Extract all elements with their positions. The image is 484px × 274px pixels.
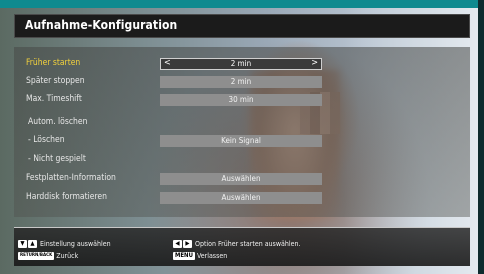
menu-row-not-played[interactable]: - Nicht gespielt <box>14 154 470 168</box>
help-menu-text: Verlassen <box>196 252 228 260</box>
help-navigate-text: Einstellung auswählen <box>40 240 111 248</box>
help-option-text: Option Früher starten auswählen. <box>195 240 301 248</box>
right-arrow-icon: ▶ <box>183 240 192 248</box>
value-text: 2 min <box>230 59 252 68</box>
menu-row-early-start[interactable]: Früher starten < 2 min > <box>14 58 470 72</box>
menu-row-delete[interactable]: - Löschen Kein Signal <box>14 135 470 149</box>
help-menu: MENU Verlassen <box>173 252 227 260</box>
menu-row-max-timeshift[interactable]: Max. Timeshift 30 min <box>14 94 470 108</box>
menu-row-hdd-info[interactable]: Festplatten-Information Auswählen <box>14 173 470 187</box>
menu-label: Später stoppen <box>26 76 85 86</box>
help-back-text: Zurück <box>56 252 79 260</box>
help-navigate: ▼ ▲ Einstellung auswählen <box>18 240 111 248</box>
help-option: ◀ ▶ Option Früher starten auswählen. <box>173 240 300 248</box>
select-button[interactable]: Auswählen <box>160 173 322 185</box>
help-back: RETURN/BACK Zurück <box>18 252 78 260</box>
section-label: Autom. löschen <box>28 117 88 127</box>
top-border <box>0 0 484 8</box>
menu-key: MENU <box>173 252 195 260</box>
arrow-left-icon[interactable]: < <box>164 58 171 68</box>
menu-row-hdd-format[interactable]: Harddisk formatieren Auswählen <box>14 192 470 206</box>
value-selector[interactable]: < 2 min > <box>160 58 322 70</box>
value-field[interactable]: 30 min <box>160 94 322 106</box>
help-bar: ▼ ▲ Einstellung auswählen RETURN/BACK Zur… <box>14 227 470 266</box>
right-border <box>478 0 484 274</box>
up-arrow-icon: ▲ <box>28 240 37 248</box>
back-key: RETURN/BACK <box>18 252 55 260</box>
left-arrow-icon: ◀ <box>173 240 182 248</box>
arrow-right-icon[interactable]: > <box>311 58 318 68</box>
settings-panel: Früher starten < 2 min > Später stoppen … <box>14 47 470 217</box>
page-title: Aufnahme-Konfiguration <box>25 18 178 32</box>
menu-label: Harddisk formatieren <box>26 192 107 202</box>
value-field[interactable]: 2 min <box>160 76 322 88</box>
menu-label: - Löschen <box>28 135 65 145</box>
menu-label: Max. Timeshift <box>26 94 82 104</box>
menu-label: Festplatten-Information <box>26 173 116 183</box>
value-field[interactable]: Kein Signal <box>160 135 322 147</box>
title-bar: Aufnahme-Konfiguration <box>14 14 470 38</box>
menu-label: Früher starten <box>26 58 81 68</box>
down-arrow-icon: ▼ <box>18 240 27 248</box>
menu-label: - Nicht gespielt <box>28 154 86 164</box>
menu-row-auto-delete: Autom. löschen <box>14 117 470 131</box>
menu-row-late-stop[interactable]: Später stoppen 2 min <box>14 76 470 90</box>
select-button[interactable]: Auswählen <box>160 192 322 204</box>
